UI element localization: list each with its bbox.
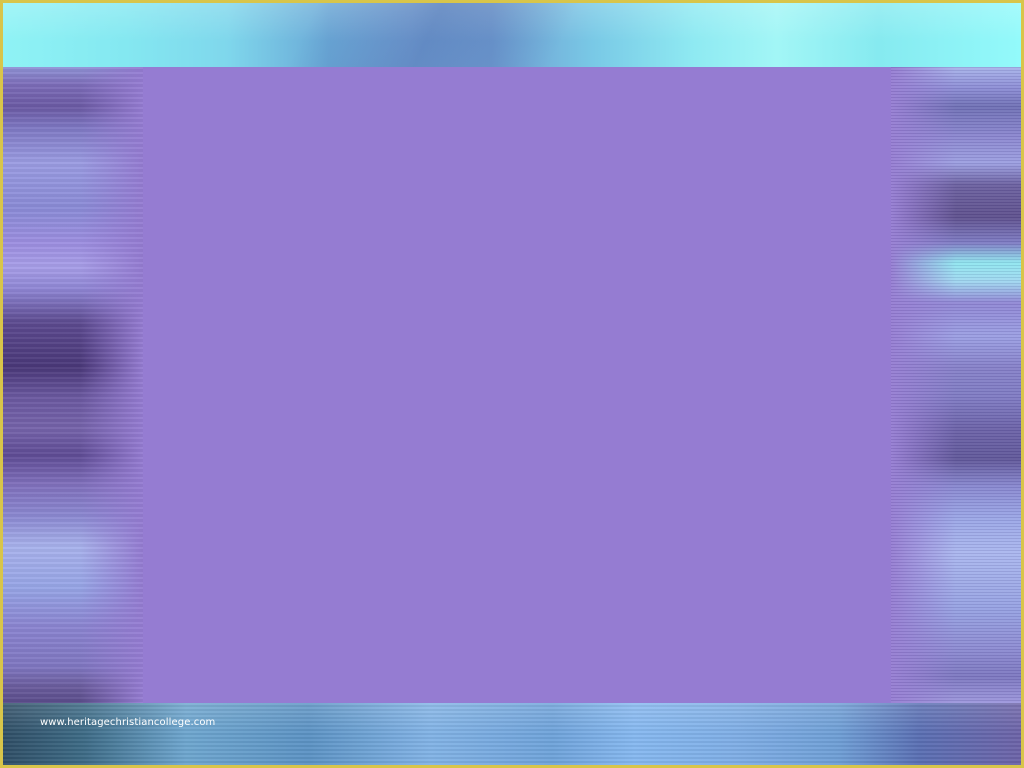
- slide-background: www.heritagechristiancollege.com: [0, 0, 1024, 768]
- content-panel: [3, 67, 1021, 703]
- left-streak-edge: [3, 67, 143, 703]
- top-banner: [3, 3, 1021, 67]
- bottom-banner: [3, 703, 1021, 765]
- footer-website-url: www.heritagechristiancollege.com: [40, 717, 216, 728]
- right-streak-edge: [891, 67, 1021, 703]
